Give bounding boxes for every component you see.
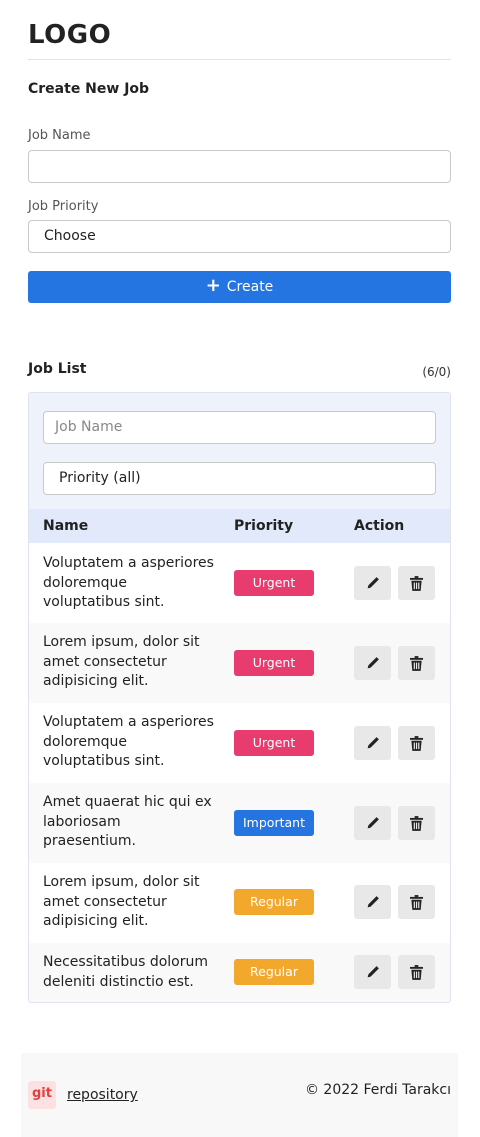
create-button-label: Create: [226, 279, 274, 295]
create-button[interactable]: + Create: [28, 271, 451, 303]
pencil-icon: [367, 966, 379, 978]
header-divider: [28, 59, 451, 60]
priority-badge: Important: [234, 810, 314, 836]
trash-icon: [410, 894, 423, 910]
edit-button[interactable]: [354, 955, 391, 989]
pencil-icon: [367, 577, 379, 589]
logo: LOGO: [28, 20, 112, 50]
job-name-cell: Amet quaerat hic qui ex laboriosam praes…: [43, 794, 212, 849]
column-header-action: Action: [354, 518, 405, 534]
job-name-cell: Lorem ipsum, dolor sit amet consectetur …: [43, 634, 200, 689]
trash-icon: [410, 964, 423, 980]
job-name-cell: Voluptatem a asperiores doloremque volup…: [43, 714, 214, 769]
column-header-priority: Priority: [234, 518, 294, 534]
filter-priority-select[interactable]: Priority (all): [43, 462, 436, 495]
pencil-icon: [367, 657, 379, 669]
pencil-icon: [367, 896, 379, 908]
table-row: Lorem ipsum, dolor sit amet consectetur …: [29, 863, 450, 943]
priority-badge: Urgent: [234, 570, 314, 596]
plus-icon: +: [205, 275, 221, 296]
priority-badge: Urgent: [234, 730, 314, 756]
repository-link[interactable]: repository: [67, 1087, 138, 1103]
trash-icon: [410, 735, 423, 751]
trash-icon: [410, 575, 423, 591]
job-name-cell: Necessitatibus dolorum deleniti distinct…: [43, 954, 208, 990]
copyright-text: © 2022 Ferdi Tarakcı: [304, 1082, 451, 1098]
delete-button[interactable]: [398, 885, 435, 919]
table-row: Lorem ipsum, dolor sit amet consectetur …: [29, 623, 450, 703]
job-name-input[interactable]: [28, 150, 451, 183]
edit-button[interactable]: [354, 806, 391, 840]
edit-button[interactable]: [354, 646, 391, 680]
trash-icon: [410, 815, 423, 831]
table-header: Name Priority Action: [29, 509, 450, 543]
create-job-title: Create New Job: [28, 81, 150, 97]
delete-button[interactable]: [398, 566, 435, 600]
git-icon: git: [28, 1081, 56, 1109]
pencil-icon: [367, 737, 379, 749]
job-priority-label: Job Priority: [28, 199, 99, 214]
filter-job-name-input[interactable]: Job Name: [43, 411, 436, 444]
edit-button[interactable]: [354, 566, 391, 600]
job-name-label: Job Name: [28, 128, 91, 143]
table-row: Amet quaerat hic qui ex laboriosam praes…: [29, 783, 450, 863]
priority-badge: Urgent: [234, 650, 314, 676]
edit-button[interactable]: [354, 885, 391, 919]
job-name-cell: Voluptatem a asperiores doloremque volup…: [43, 555, 214, 610]
job-list-title: Job List: [28, 361, 87, 377]
job-name-cell: Lorem ipsum, dolor sit amet consectetur …: [43, 874, 200, 929]
table-row: Voluptatem a asperiores doloremque volup…: [29, 543, 450, 623]
job-list-panel: Job Name Priority (all) Name Priority Ac…: [28, 392, 451, 1003]
job-priority-select[interactable]: Choose: [28, 220, 451, 253]
priority-badge: Regular: [234, 889, 314, 915]
column-header-name: Name: [43, 518, 89, 534]
edit-button[interactable]: [354, 726, 391, 760]
trash-icon: [410, 655, 423, 671]
filter-area: Job Name Priority (all): [29, 393, 450, 509]
footer: git repository © 2022 Ferdi Tarakcı: [21, 1053, 458, 1137]
pencil-icon: [367, 817, 379, 829]
delete-button[interactable]: [398, 726, 435, 760]
delete-button[interactable]: [398, 806, 435, 840]
delete-button[interactable]: [398, 646, 435, 680]
delete-button[interactable]: [398, 955, 435, 989]
priority-badge: Regular: [234, 959, 314, 985]
table-row: Voluptatem a asperiores doloremque volup…: [29, 703, 450, 783]
job-count: (6/0): [422, 365, 451, 379]
table-row: Necessitatibus dolorum deleniti distinct…: [29, 943, 450, 1002]
